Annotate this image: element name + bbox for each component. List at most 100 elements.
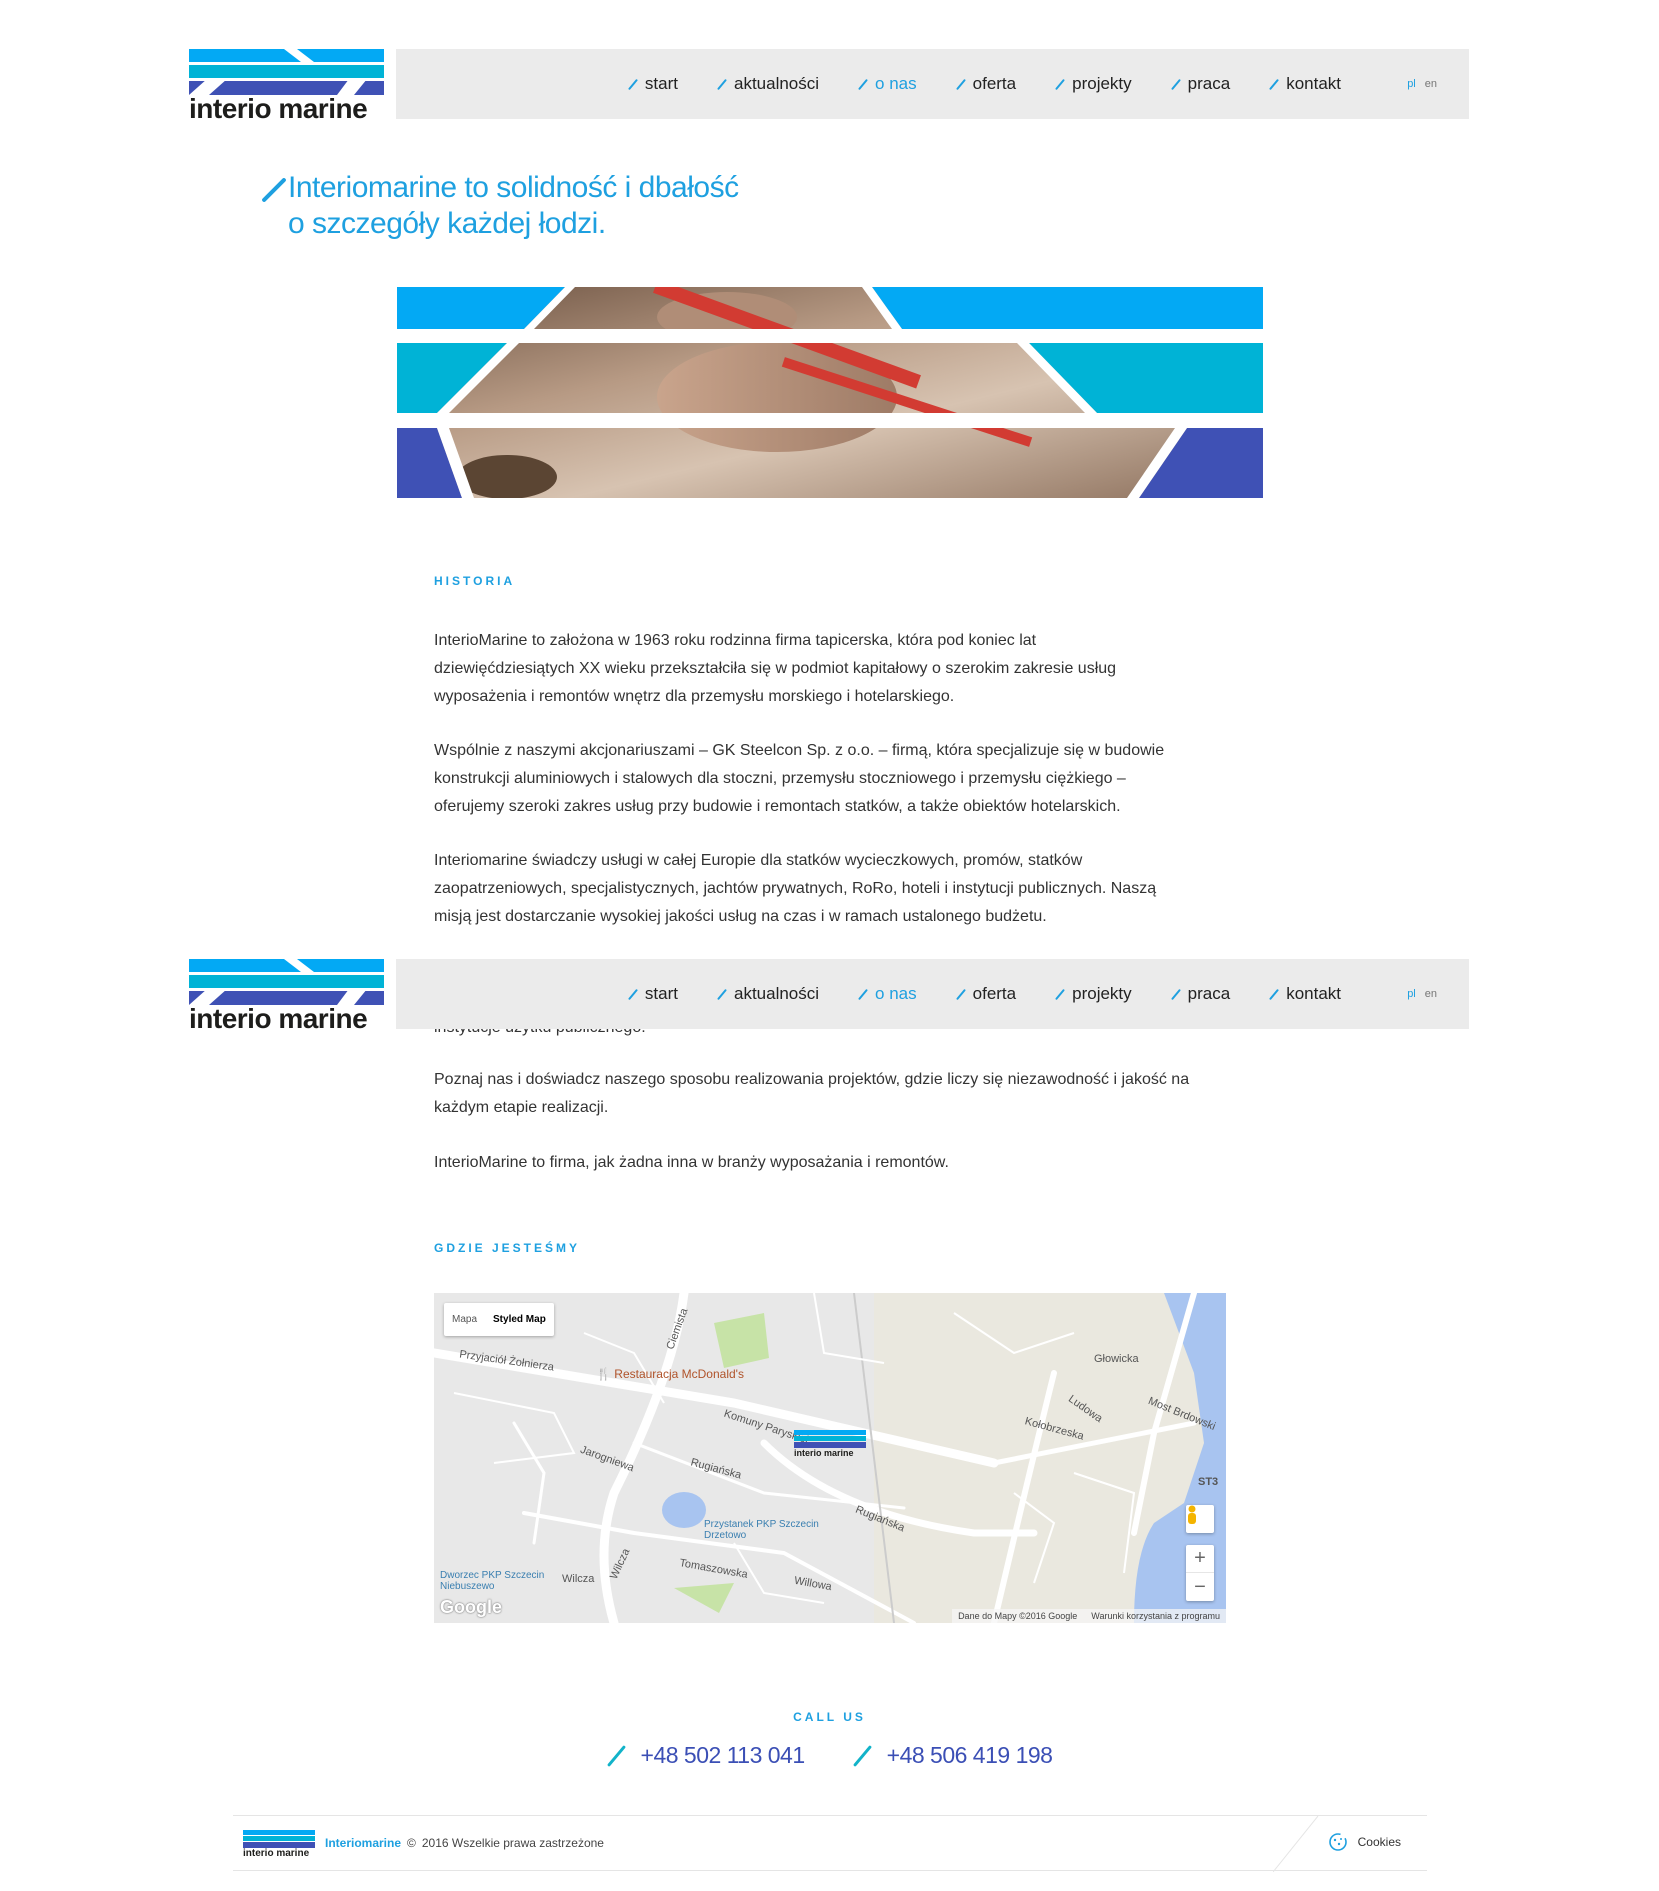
- nav-start[interactable]: start: [627, 984, 678, 1004]
- paragraph: Interiomarine świadczy usługi w całej Eu…: [434, 847, 1234, 931]
- slash-icon: [857, 989, 868, 1000]
- copyright-symbol: ©: [407, 1836, 416, 1850]
- cookie-icon: [1328, 1833, 1347, 1851]
- nav-label: praca: [1187, 984, 1231, 1003]
- nav-label: aktualności: [733, 74, 820, 93]
- nav-oferta[interactable]: oferta: [955, 984, 1016, 1004]
- text-line: misją jest dostarczanie wysokiej jakości…: [434, 908, 1047, 925]
- nav-aktualnosci[interactable]: aktualności: [716, 74, 819, 94]
- street-label: Głowicka: [1094, 1353, 1139, 1365]
- navbar: start aktualności o nas oferta projekty …: [396, 959, 1469, 1029]
- text-line: oferujemy szeroki zakres usług przy budo…: [434, 798, 1121, 815]
- nav-projekty[interactable]: projekty: [1054, 74, 1132, 94]
- slash-icon: [716, 989, 727, 1000]
- nav-label: o nas: [875, 984, 917, 1003]
- page-title: Interiomarine to solidność i dbałość o s…: [258, 170, 818, 242]
- paragraph: InterioMarine to firma, jak żadna inna w…: [434, 1149, 1234, 1177]
- map-terms-link[interactable]: Warunki korzystania z programu: [1091, 1611, 1220, 1621]
- google-logo: Google: [440, 1597, 502, 1617]
- text-line: InterioMarine to firma, jak żadna inna w…: [434, 1154, 949, 1171]
- hero-banner-image: [397, 279, 1263, 499]
- nav-o-nas[interactable]: o nas: [857, 74, 917, 94]
- page-title-line-2: o szczegóły każdej łodzi.: [288, 207, 606, 240]
- navbar: start aktualności o nas oferta projekty …: [396, 49, 1469, 119]
- site-logo[interactable]: interio marine: [189, 959, 384, 1034]
- slash-icon: [627, 989, 638, 1000]
- nav-label: start: [644, 74, 678, 93]
- nav-label: projekty: [1072, 74, 1132, 93]
- nav-label: start: [644, 984, 678, 1003]
- station-label[interactable]: Przystanek PKP Szczecin Drzetowo: [704, 1519, 824, 1541]
- lang-en[interactable]: en: [1425, 78, 1437, 90]
- paragraph: Poznaj nas i doświadcz naszego sposobu r…: [434, 1066, 1234, 1122]
- logo-stripes-icon: [243, 1830, 315, 1848]
- nav-aktualnosci[interactable]: aktualności: [716, 984, 819, 1004]
- nav-label: kontakt: [1286, 984, 1341, 1003]
- lang-pl[interactable]: pl: [1407, 988, 1416, 1000]
- zoom-in-button[interactable]: +: [1186, 1545, 1214, 1573]
- street-label: Wilcza: [562, 1573, 595, 1585]
- footer-logo-text: interio marine: [243, 1848, 310, 1859]
- map-poi-restaurant[interactable]: 🍴 Restauracja McDonald's: [596, 1367, 744, 1381]
- zoom-out-button[interactable]: −: [1186, 1573, 1214, 1601]
- slash-icon: [955, 79, 966, 90]
- slash-icon: [716, 79, 727, 90]
- logo-stripes-icon: [189, 959, 384, 1005]
- station-label[interactable]: Dworzec PKP Szczecin Niebuszewo: [440, 1570, 550, 1592]
- slash-icon: [857, 79, 868, 90]
- text-line: konstrukcji aluminiowych i stalowych dla…: [434, 770, 1126, 787]
- location-map[interactable]: Mapa Styled Map Przyjaciół Żołnierza Kom…: [434, 1293, 1226, 1623]
- nav-start[interactable]: start: [627, 74, 678, 94]
- main-nav: start aktualności o nas oferta projekty …: [627, 959, 1341, 1029]
- phone-number: +48 502 113 041: [640, 1742, 806, 1768]
- logo-text: interio marine: [189, 93, 368, 124]
- nav-praca[interactable]: praca: [1170, 74, 1231, 94]
- nav-label: kontakt: [1286, 74, 1341, 93]
- language-switcher: pl en: [1407, 49, 1437, 119]
- footer-logo[interactable]: interio marine: [243, 1830, 315, 1860]
- nav-projekty[interactable]: projekty: [1054, 984, 1132, 1004]
- text-line: Poznaj nas i doświadcz naszego sposobu r…: [434, 1071, 1190, 1088]
- text-line: każdym etapie realizacji.: [434, 1099, 609, 1116]
- phone-list: +48 502 113 041 +48 506 419 198: [0, 1742, 1659, 1769]
- map-type-mapa[interactable]: Mapa: [444, 1303, 485, 1336]
- call-us-label: CALL US: [793, 1710, 866, 1724]
- copyright-text: 2016 Wszelkie prawa zastrzeżone: [421, 1836, 604, 1850]
- text-line: InterioMarine to założona w 1963 roku ro…: [434, 632, 1037, 649]
- cookies-link[interactable]: Cookies: [1328, 1832, 1401, 1852]
- nav-kontakt[interactable]: kontakt: [1268, 984, 1341, 1004]
- nav-oferta[interactable]: oferta: [955, 74, 1016, 94]
- nav-o-nas[interactable]: o nas: [857, 984, 917, 1004]
- slash-icon: [607, 1746, 627, 1766]
- poi-label: Restauracja McDonald's: [614, 1367, 744, 1381]
- nav-praca[interactable]: praca: [1170, 984, 1231, 1004]
- street-label: ST3: [1198, 1476, 1219, 1488]
- nav-kontakt[interactable]: kontakt: [1268, 74, 1341, 94]
- footer-divider: [1273, 1816, 1319, 1872]
- phone-link-2[interactable]: +48 506 419 198: [853, 1742, 1053, 1769]
- pegman-icon[interactable]: [1186, 1505, 1214, 1533]
- site-header: interio marine start aktualności o nas o…: [189, 49, 1469, 124]
- paragraph: InterioMarine to założona w 1963 roku ro…: [434, 627, 1234, 711]
- restaurant-icon: 🍴: [596, 1367, 615, 1381]
- text-line: wyposażenia i remontów wnętrz dla przemy…: [434, 688, 955, 705]
- lang-en[interactable]: en: [1425, 988, 1437, 1000]
- sticky-header: interio marine start aktualności o nas o…: [189, 959, 1469, 1034]
- map-type-styled[interactable]: Styled Map: [485, 1303, 554, 1336]
- map-type-control: Mapa Styled Map: [444, 1303, 554, 1336]
- map-marker[interactable]: interio marine: [794, 1430, 866, 1462]
- lang-pl[interactable]: pl: [1407, 78, 1416, 90]
- phone-link-1[interactable]: +48 502 113 041: [607, 1742, 806, 1769]
- site-logo[interactable]: interio marine: [189, 49, 384, 124]
- section-label-historia: HISTORIA: [434, 574, 516, 588]
- phone-number: +48 506 419 198: [886, 1742, 1053, 1768]
- nav-label: praca: [1187, 74, 1231, 93]
- slash-icon: [1170, 989, 1181, 1000]
- slash-icon: [1268, 989, 1279, 1000]
- footer-brand-link[interactable]: Interiomarine: [325, 1836, 401, 1850]
- paragraph: Wspólnie z naszymi akcjonariuszami – GK …: [434, 737, 1234, 821]
- nav-label: oferta: [972, 74, 1017, 93]
- language-switcher: pl en: [1407, 959, 1437, 1029]
- slash-icon: [955, 989, 966, 1000]
- slash-icon: [1170, 79, 1181, 90]
